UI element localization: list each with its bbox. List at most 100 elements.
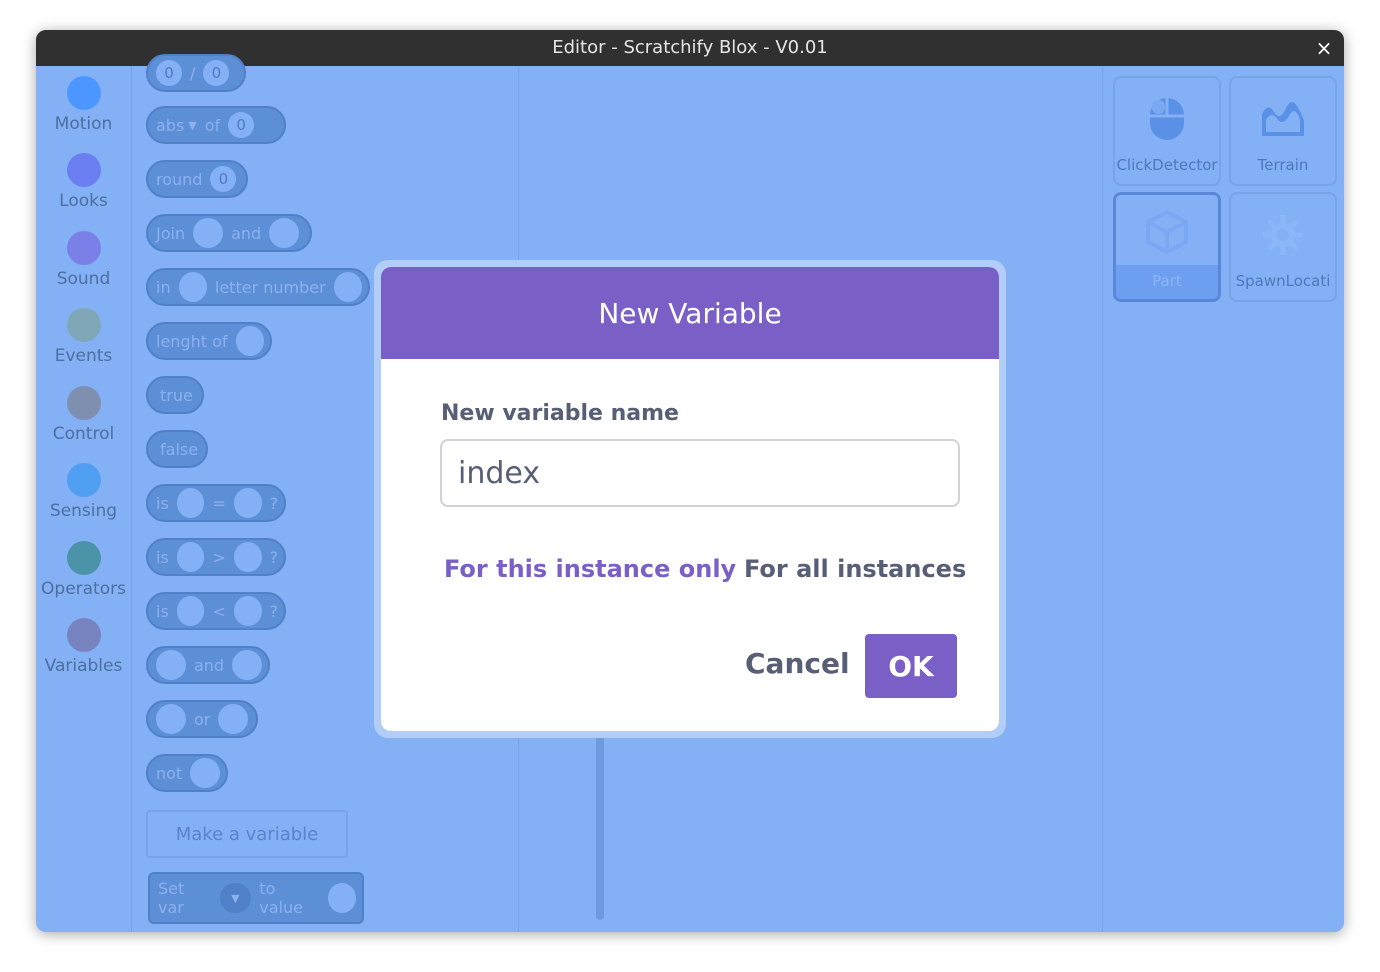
cube-icon: [1146, 209, 1188, 255]
block-label: and: [193, 655, 225, 675]
block-input[interactable]: [176, 542, 205, 572]
letter-of-block[interactable]: in letter number: [146, 268, 370, 306]
category-operators[interactable]: Operators: [36, 541, 131, 599]
not-block[interactable]: not: [146, 754, 228, 792]
category-label: Variables: [44, 656, 123, 676]
option-all-instances[interactable]: For all instances: [744, 555, 966, 583]
block-input[interactable]: 0: [203, 60, 230, 86]
block-input[interactable]: [176, 596, 205, 626]
block-input[interactable]: [190, 758, 220, 788]
round-block[interactable]: round 0: [146, 160, 248, 198]
option-this-instance[interactable]: For this instance only: [444, 555, 736, 583]
category-variables[interactable]: Variables: [36, 618, 131, 676]
variable-dropdown[interactable]: ▼: [219, 883, 252, 913]
variables-dot-icon: [66, 618, 101, 652]
variable-name-value: index: [458, 455, 541, 491]
block-label: or: [194, 709, 211, 729]
block-label: letter number: [214, 277, 326, 297]
set-variable-block[interactable]: Set var ▼ to value: [148, 872, 364, 924]
mouse-icon: [1150, 98, 1184, 140]
block-input[interactable]: [193, 218, 224, 248]
block-operator: >: [212, 547, 226, 567]
category-label: Control: [52, 424, 115, 444]
block-input[interactable]: [156, 650, 186, 680]
sprite-clickdetector[interactable]: ClickDetector: [1113, 76, 1221, 186]
block-input[interactable]: [233, 542, 262, 572]
variable-name-input[interactable]: index: [440, 439, 960, 507]
sprite-spawnlocation[interactable]: SpawnLocati: [1229, 192, 1337, 302]
block-input[interactable]: [232, 650, 262, 680]
category-label: Sound: [56, 269, 111, 289]
block-input[interactable]: [327, 883, 356, 913]
block-label: ?: [269, 493, 279, 513]
sprite-label: SpawnLocati: [1235, 272, 1331, 290]
block-input[interactable]: [333, 272, 362, 302]
category-sensing[interactable]: Sensing: [36, 463, 131, 521]
length-block[interactable]: lenght of: [146, 322, 272, 360]
less-than-block[interactable]: is < ?: [146, 592, 286, 630]
ok-button[interactable]: OK: [865, 634, 957, 698]
block-input[interactable]: [235, 326, 264, 356]
dialog-title: New Variable: [381, 267, 999, 359]
block-label: round: [156, 169, 203, 189]
block-label: ?: [269, 547, 279, 567]
category-looks[interactable]: Looks: [36, 153, 131, 211]
block-input[interactable]: 0: [228, 112, 255, 138]
block-label: of: [204, 115, 221, 135]
make-variable-button[interactable]: Make a variable: [146, 810, 348, 858]
equals-block[interactable]: is = ?: [146, 484, 286, 522]
divide-block[interactable]: 0 / 0: [146, 54, 246, 92]
block-input[interactable]: [233, 488, 262, 518]
motion-dot-icon: [66, 76, 101, 110]
sprite-part[interactable]: Part: [1113, 192, 1221, 302]
and-block[interactable]: and: [146, 646, 270, 684]
block-label: lenght of: [156, 331, 228, 351]
control-dot-icon: [66, 386, 101, 420]
block-label: Set var: [158, 879, 185, 917]
or-block[interactable]: or: [146, 700, 258, 738]
category-rail: Motion Looks Sound Events Control Sensin…: [36, 66, 132, 932]
block-label: true: [160, 385, 193, 405]
caret-down-icon[interactable]: ▼: [188, 119, 196, 132]
sprite-label: Terrain: [1257, 156, 1309, 174]
false-block[interactable]: false: [146, 430, 208, 468]
join-block[interactable]: Join and: [146, 214, 312, 252]
sprite-label: ClickDetector: [1116, 156, 1218, 174]
block-label: ?: [269, 601, 279, 621]
close-icon[interactable]: ×: [1312, 36, 1336, 60]
greater-than-block[interactable]: is > ?: [146, 538, 286, 576]
block-dropdown-label[interactable]: abs: [156, 116, 184, 135]
block-label: is: [156, 547, 169, 567]
block-label: is: [156, 601, 169, 621]
abs-block[interactable]: abs ▼ of 0: [146, 106, 286, 144]
category-sound[interactable]: Sound: [36, 231, 131, 289]
block-input[interactable]: [233, 596, 262, 626]
sound-dot-icon: [66, 231, 101, 265]
block-input[interactable]: [218, 704, 249, 734]
operators-dot-icon: [66, 541, 101, 575]
sprite-terrain[interactable]: Terrain: [1229, 76, 1337, 186]
block-label: to value: [259, 879, 303, 917]
sprite-label: Part: [1116, 265, 1218, 299]
category-control[interactable]: Control: [36, 386, 131, 444]
block-input[interactable]: [176, 488, 205, 518]
block-label: is: [156, 493, 169, 513]
category-events[interactable]: Events: [36, 308, 131, 366]
cancel-button[interactable]: Cancel: [745, 647, 850, 680]
category-label: Operators: [41, 579, 126, 599]
category-label: Motion: [54, 114, 113, 134]
block-input[interactable]: [178, 272, 207, 302]
block-label: Join: [156, 223, 186, 243]
block-label: in: [156, 277, 171, 297]
block-label: and: [231, 223, 262, 243]
category-label: Events: [54, 346, 113, 366]
block-label: false: [160, 439, 199, 459]
block-input[interactable]: 0: [156, 60, 182, 86]
block-input[interactable]: [269, 218, 300, 248]
block-input[interactable]: 0: [210, 166, 237, 192]
events-dot-icon: [66, 308, 101, 342]
block-input[interactable]: [156, 704, 186, 734]
block-operator: <: [212, 601, 226, 621]
true-block[interactable]: true: [146, 376, 204, 414]
category-motion[interactable]: Motion: [36, 76, 131, 134]
